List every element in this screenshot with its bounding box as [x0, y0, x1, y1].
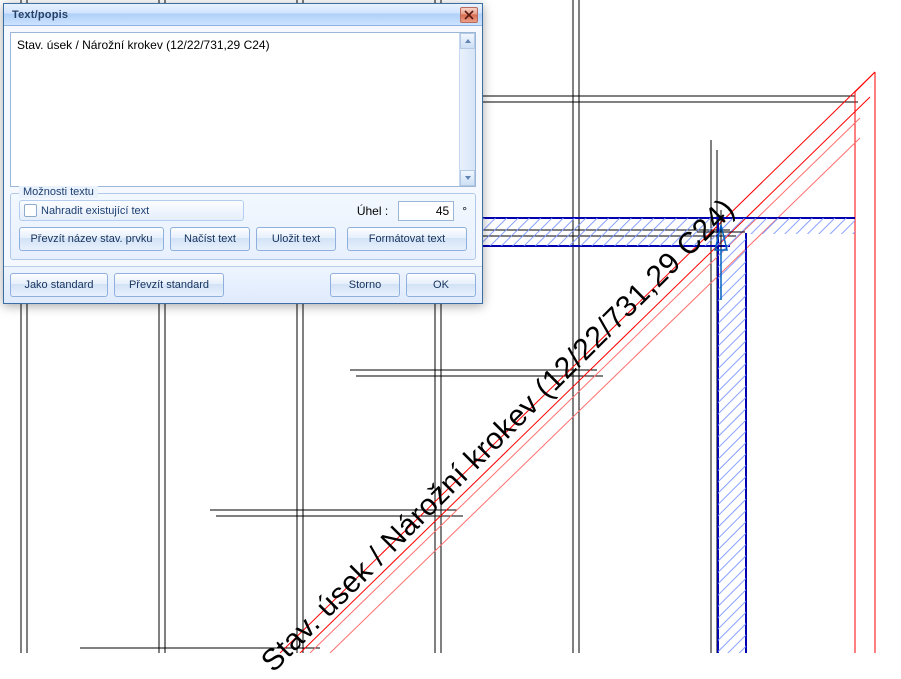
scrollbar[interactable]	[459, 33, 475, 186]
degree-symbol: °	[460, 204, 467, 218]
scroll-down-button[interactable]	[460, 170, 475, 186]
close-icon[interactable]	[460, 7, 478, 23]
dialog-titlebar[interactable]: Text/popis	[4, 4, 482, 26]
angle-input[interactable]	[398, 201, 454, 221]
replace-existing-checkbox[interactable]: Nahradit existující text	[19, 200, 244, 221]
as-standard-button[interactable]: Jako standard	[10, 273, 108, 297]
ok-button[interactable]: OK	[406, 273, 476, 297]
take-element-name-button[interactable]: Převzít název stav. prvku	[19, 227, 164, 251]
load-text-button[interactable]: Načíst text	[170, 227, 250, 251]
angle-label: Úhel :	[357, 204, 388, 218]
scroll-up-button[interactable]	[460, 33, 475, 49]
dialog-footer: Jako standard Převzít standard Storno OK	[4, 266, 482, 303]
format-text-button[interactable]: Formátovat text	[347, 227, 467, 251]
group-legend: Možnosti textu	[19, 186, 98, 198]
text-area-wrapper: Stav. úsek / Nárožní krokev (12/22/731,2…	[10, 32, 476, 187]
checkbox-label: Nahradit existující text	[41, 205, 149, 217]
text-dialog: Text/popis Stav. úsek / Nárožní krokev (…	[3, 3, 483, 304]
dialog-title: Text/popis	[12, 9, 68, 21]
text-area[interactable]: Stav. úsek / Nárožní krokev (12/22/731,2…	[11, 33, 459, 186]
cancel-button[interactable]: Storno	[330, 273, 400, 297]
take-standard-button[interactable]: Převzít standard	[114, 273, 224, 297]
checkbox-box[interactable]	[24, 204, 37, 217]
text-options-group: Možnosti textu Nahradit existující text …	[10, 193, 476, 260]
save-text-button[interactable]: Uložit text	[256, 227, 336, 251]
